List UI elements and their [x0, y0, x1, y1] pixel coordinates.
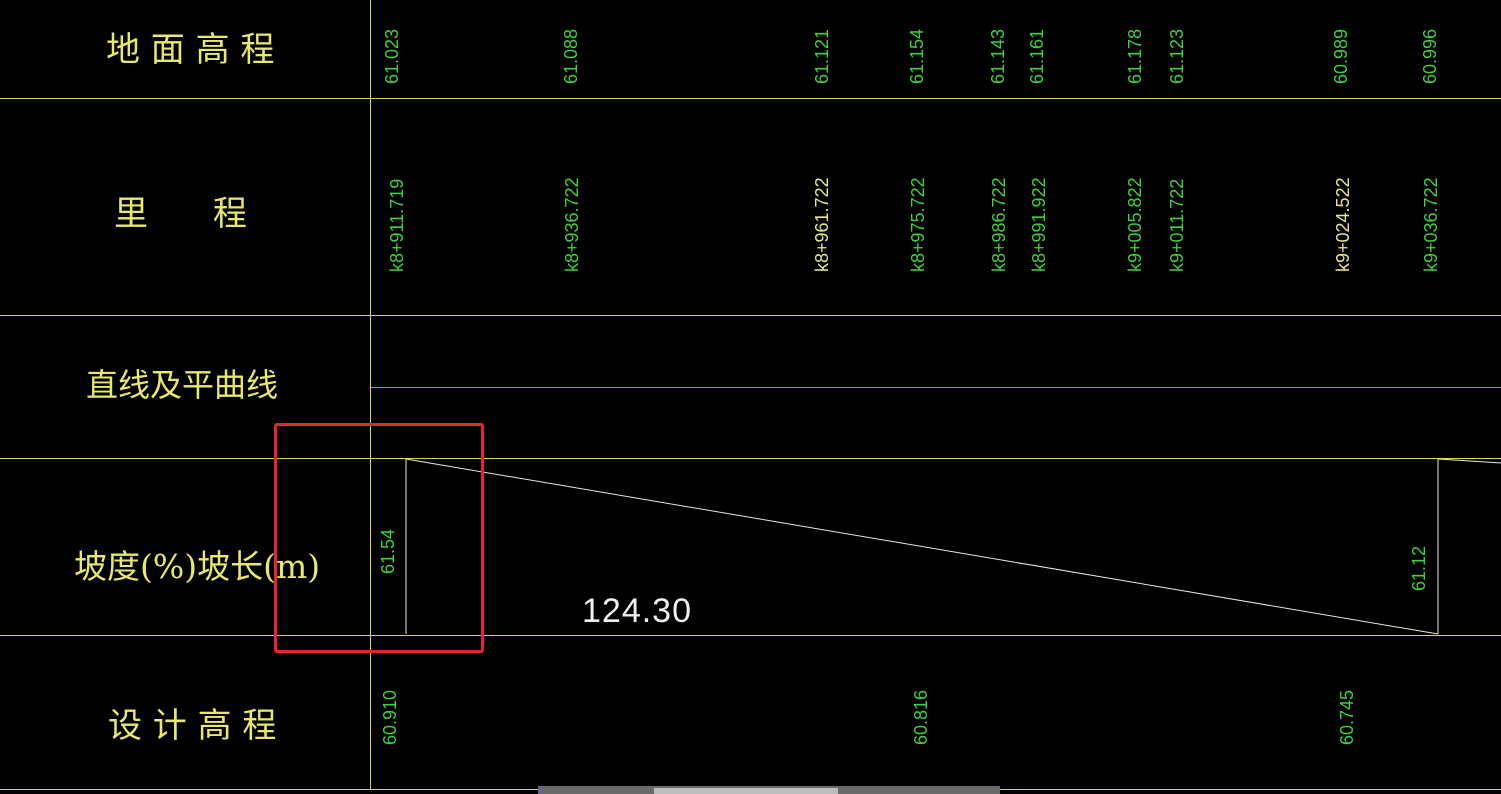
grade-profile-drawing [405, 458, 1501, 635]
design-elevation-value: 60.910 [380, 689, 400, 745]
grade-end-elevation: 61.12 [1409, 545, 1429, 591]
scrollbar-thumb[interactable] [654, 788, 838, 794]
grade-length: 124.30 [582, 592, 692, 630]
design-elevation-value: 60.816 [911, 689, 931, 745]
design-elevation-value: 60.745 [1337, 689, 1357, 745]
next-grade-line [1437, 458, 1501, 464]
highlight-box [274, 423, 484, 653]
grade-line [405, 458, 1439, 635]
